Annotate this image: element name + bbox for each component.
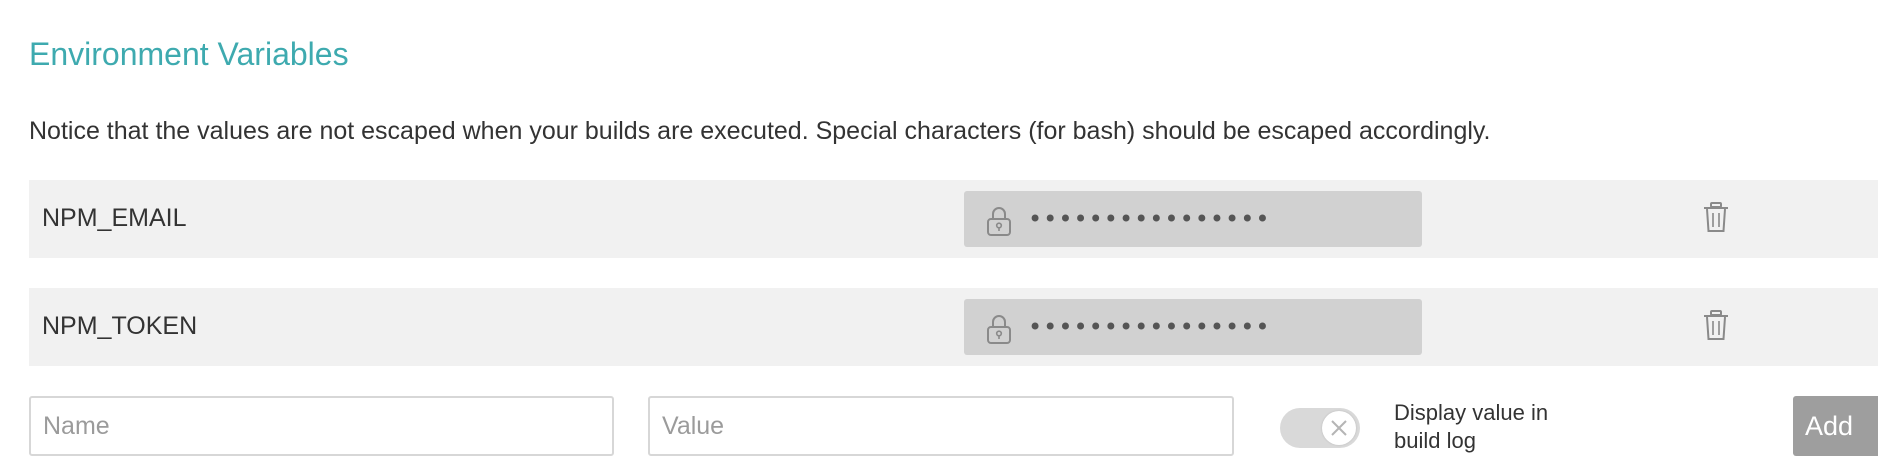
env-var-masked-value: •••••••••••••••• bbox=[964, 299, 1422, 355]
lock-icon bbox=[987, 315, 1011, 344]
env-var-name: NPM_TOKEN bbox=[42, 312, 198, 340]
section-title: Environment Variables bbox=[29, 36, 349, 72]
name-input[interactable] bbox=[29, 396, 614, 456]
lock-icon bbox=[987, 207, 1011, 236]
close-icon bbox=[1331, 420, 1347, 436]
masked-value-text: •••••••••••••••• bbox=[1028, 313, 1271, 341]
display-value-toggle[interactable] bbox=[1280, 408, 1360, 448]
display-value-label: Display value in build log bbox=[1394, 400, 1549, 453]
value-input[interactable] bbox=[648, 396, 1234, 456]
masked-value-text: •••••••••••••••• bbox=[1028, 205, 1271, 233]
add-button[interactable]: Add bbox=[1793, 396, 1878, 456]
env-var-name: NPM_EMAIL bbox=[42, 204, 187, 232]
trash-icon[interactable] bbox=[1703, 201, 1729, 233]
trash-icon[interactable] bbox=[1703, 309, 1729, 341]
env-var-masked-value: •••••••••••••••• bbox=[964, 191, 1422, 247]
env-var-row: NPM_TOKEN •••••••••••••••• bbox=[29, 288, 1878, 366]
escape-notice: Notice that the values are not escaped w… bbox=[29, 117, 1491, 145]
environment-variables-panel: Environment Variables Notice that the va… bbox=[0, 0, 1878, 470]
toggle-knob bbox=[1322, 411, 1356, 445]
env-var-row: NPM_EMAIL •••••••••••••••• bbox=[29, 180, 1878, 258]
